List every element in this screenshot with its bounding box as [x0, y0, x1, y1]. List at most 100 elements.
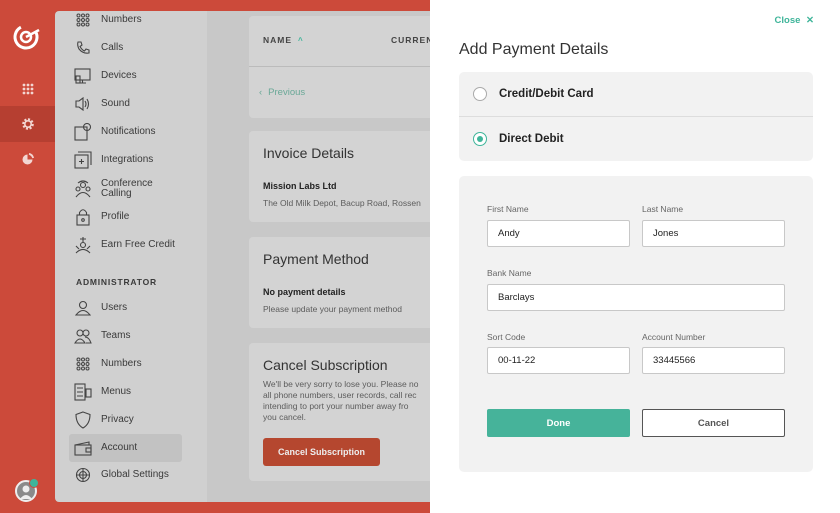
sidebar-item-profile[interactable]: Profile — [70, 204, 180, 230]
company-address: The Old Milk Depot, Bacup Road, Rossen — [263, 198, 421, 208]
sidebar-item-earn-free-credit[interactable]: Earn Free Credit — [70, 232, 180, 258]
sidebar-item-label: Global Settings — [101, 469, 169, 480]
bank-name-input[interactable]: Barclays — [487, 284, 785, 311]
sidebar-item-devices[interactable]: Devices — [70, 63, 180, 89]
sidebar-item-numbers[interactable]: Numbers — [70, 11, 180, 33]
rail-apps[interactable] — [0, 71, 55, 107]
menus-icon — [74, 383, 92, 401]
invoice-details-card: Invoice Details Mission Labs Ltd The Old… — [249, 131, 440, 222]
account-main-content: NAME ^ CURREN ‹ Previous Invoice Details… — [207, 11, 440, 502]
sidebar-item-admin-numbers[interactable]: Numbers — [70, 351, 180, 377]
direct-debit-form: First Name Andy Last Name Jones Bank Nam… — [459, 176, 813, 472]
sidebar-item-label: Devices — [101, 70, 137, 81]
globe-icon — [74, 466, 92, 484]
sidebar-item-label: Teams — [101, 330, 131, 341]
cancel-button[interactable]: Cancel — [642, 409, 785, 437]
account-icon — [74, 439, 92, 457]
last-name-label: Last Name — [642, 204, 684, 214]
close-label: Close — [774, 15, 801, 26]
payment-hint: Please update your payment method — [263, 304, 402, 314]
settings-sidebar: Numbers Calls Devices Sound Notification… — [55, 11, 207, 502]
add-payment-panel: Close ✕ Add Payment Details Credit/Debit… — [430, 0, 840, 513]
app-logo-icon[interactable] — [12, 22, 42, 52]
account-number-input[interactable]: 33445566 — [642, 347, 785, 374]
cancel-text-line: We'll be very sorry to lose you. Please … — [263, 379, 419, 389]
conference-icon — [74, 180, 92, 198]
sidebar-item-menus[interactable]: Menus — [70, 379, 180, 405]
option-direct-debit[interactable]: Direct Debit — [459, 117, 813, 161]
sidebar-item-label: Menus — [101, 386, 132, 397]
cancel-subscription-card: Cancel Subscription We'll be very sorry … — [249, 343, 440, 481]
numbers-grid-icon — [74, 355, 92, 373]
sidebar-item-privacy[interactable]: Privacy — [70, 407, 180, 433]
sort-code-label: Sort Code — [487, 332, 526, 342]
chevron-left-icon: ‹ — [259, 87, 263, 98]
administrator-section-heading: ADMINISTRATOR — [76, 277, 157, 287]
divider — [249, 66, 440, 67]
column-header-name[interactable]: NAME ^ — [263, 35, 304, 45]
numbers-table-card: NAME ^ CURREN ‹ Previous — [249, 16, 440, 118]
payment-status: No payment details — [263, 287, 346, 297]
sidebar-item-sound[interactable]: Sound — [70, 91, 180, 117]
panel-title: Add Payment Details — [459, 41, 609, 58]
rail-settings[interactable] — [0, 106, 55, 142]
sidebar-item-teams[interactable]: Teams — [70, 323, 180, 349]
radio-direct-debit[interactable] — [473, 132, 487, 146]
analytics-pie-icon — [22, 153, 34, 165]
sidebar-item-notifications[interactable]: Notifications — [70, 119, 180, 145]
sidebar-item-account[interactable]: Account — [69, 434, 182, 462]
online-status-dot — [29, 478, 39, 488]
column-header-currency[interactable]: CURREN — [391, 35, 433, 45]
credit-icon — [74, 236, 92, 254]
done-button[interactable]: Done — [487, 409, 630, 437]
first-name-input[interactable]: Andy — [487, 220, 630, 247]
sidebar-item-label: Account — [101, 442, 138, 453]
sidebar-item-users[interactable]: Users — [70, 295, 180, 321]
radio-credit-debit-card[interactable] — [473, 87, 487, 101]
cancel-text-line: you cancel. — [263, 412, 306, 422]
integrations-icon — [74, 151, 92, 169]
numbers-grid-icon — [74, 11, 92, 29]
sidebar-item-label: Numbers — [101, 14, 142, 25]
cancel-text-line: intending to port your number away fro — [263, 401, 409, 411]
sidebar-item-label: Conference Calling — [101, 178, 153, 199]
sidebar-item-label: Sound — [101, 98, 130, 109]
payment-type-options: Credit/Debit Card Direct Debit — [459, 72, 813, 161]
option-label: Direct Debit — [499, 133, 564, 145]
sidebar-item-label: Privacy — [101, 414, 134, 425]
cancel-subscription-button[interactable]: Cancel Subscription — [263, 438, 380, 466]
settings-gear-icon — [21, 118, 34, 130]
sidebar-item-label: Notifications — [101, 126, 156, 137]
option-credit-debit-card[interactable]: Credit/Debit Card — [459, 72, 813, 116]
cancel-subscription-title: Cancel Subscription — [263, 357, 388, 373]
speaker-icon — [74, 95, 92, 113]
devices-icon — [74, 67, 92, 85]
company-name: Mission Labs Ltd — [263, 181, 337, 191]
sidebar-item-label: Calls — [101, 42, 124, 53]
lock-icon — [74, 208, 92, 226]
user-avatar[interactable] — [15, 478, 39, 502]
payment-method-title: Payment Method — [263, 251, 369, 267]
sidebar-item-label: Integrations — [101, 154, 154, 165]
sidebar-item-label: Earn Free Credit — [101, 239, 175, 250]
payment-method-card: Payment Method No payment details Please… — [249, 237, 440, 328]
account-number-label: Account Number — [642, 332, 706, 342]
sidebar-item-integrations[interactable]: Integrations — [70, 147, 180, 173]
sidebar-item-label: Profile — [101, 211, 130, 222]
notification-icon — [74, 123, 92, 141]
last-name-input[interactable]: Jones — [642, 220, 785, 247]
previous-page-link[interactable]: ‹ Previous — [259, 87, 305, 98]
sidebar-item-label: Users — [101, 302, 128, 313]
first-name-label: First Name — [487, 204, 529, 214]
sidebar-item-conference-calling[interactable]: Conference Calling — [70, 175, 180, 203]
rail-analytics[interactable] — [0, 141, 55, 177]
close-panel-button[interactable]: Close ✕ — [775, 15, 814, 26]
cancel-text-line: all phone numbers, user records, call re… — [263, 390, 417, 400]
close-icon: ✕ — [806, 15, 814, 26]
sidebar-item-calls[interactable]: Calls — [70, 35, 180, 61]
bank-name-label: Bank Name — [487, 268, 532, 278]
apps-grid-icon — [22, 83, 33, 95]
sort-ascending-icon: ^ — [298, 35, 304, 45]
sidebar-item-global-settings[interactable]: Global Settings — [70, 462, 180, 488]
sort-code-input[interactable]: 00-11-22 — [487, 347, 630, 374]
